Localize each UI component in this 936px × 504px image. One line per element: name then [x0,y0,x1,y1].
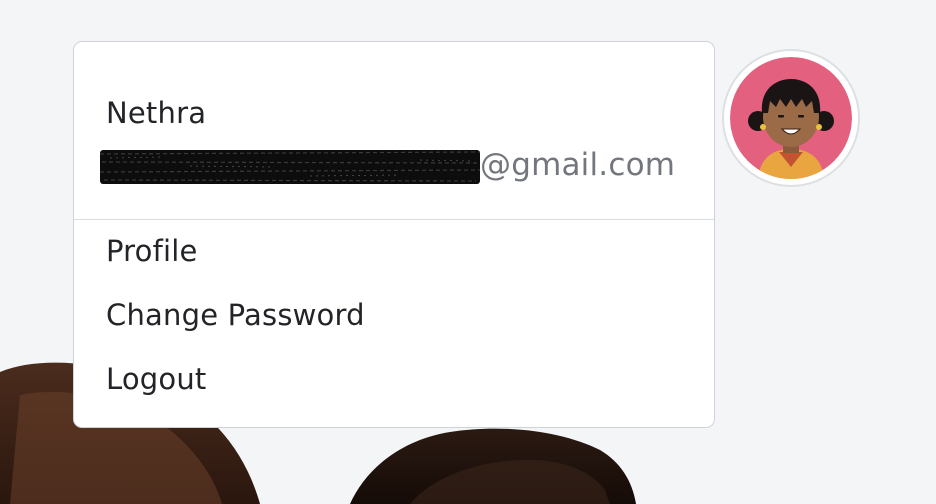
user-menu-dropdown: Nethra @gmail.com Profile Change Passwor… [73,41,715,428]
menu-item-profile[interactable]: Profile [106,234,198,268]
email-domain: @gmail.com [480,147,676,183]
redaction-scribble [100,150,480,184]
user-email: @gmail.com [100,143,675,187]
menu-item-logout[interactable]: Logout [106,362,207,396]
menu-divider [74,219,714,220]
avatar [730,57,852,179]
menu-item-change-password[interactable]: Change Password [106,298,365,332]
avatar-button[interactable] [722,49,860,187]
user-name: Nethra [106,96,207,130]
